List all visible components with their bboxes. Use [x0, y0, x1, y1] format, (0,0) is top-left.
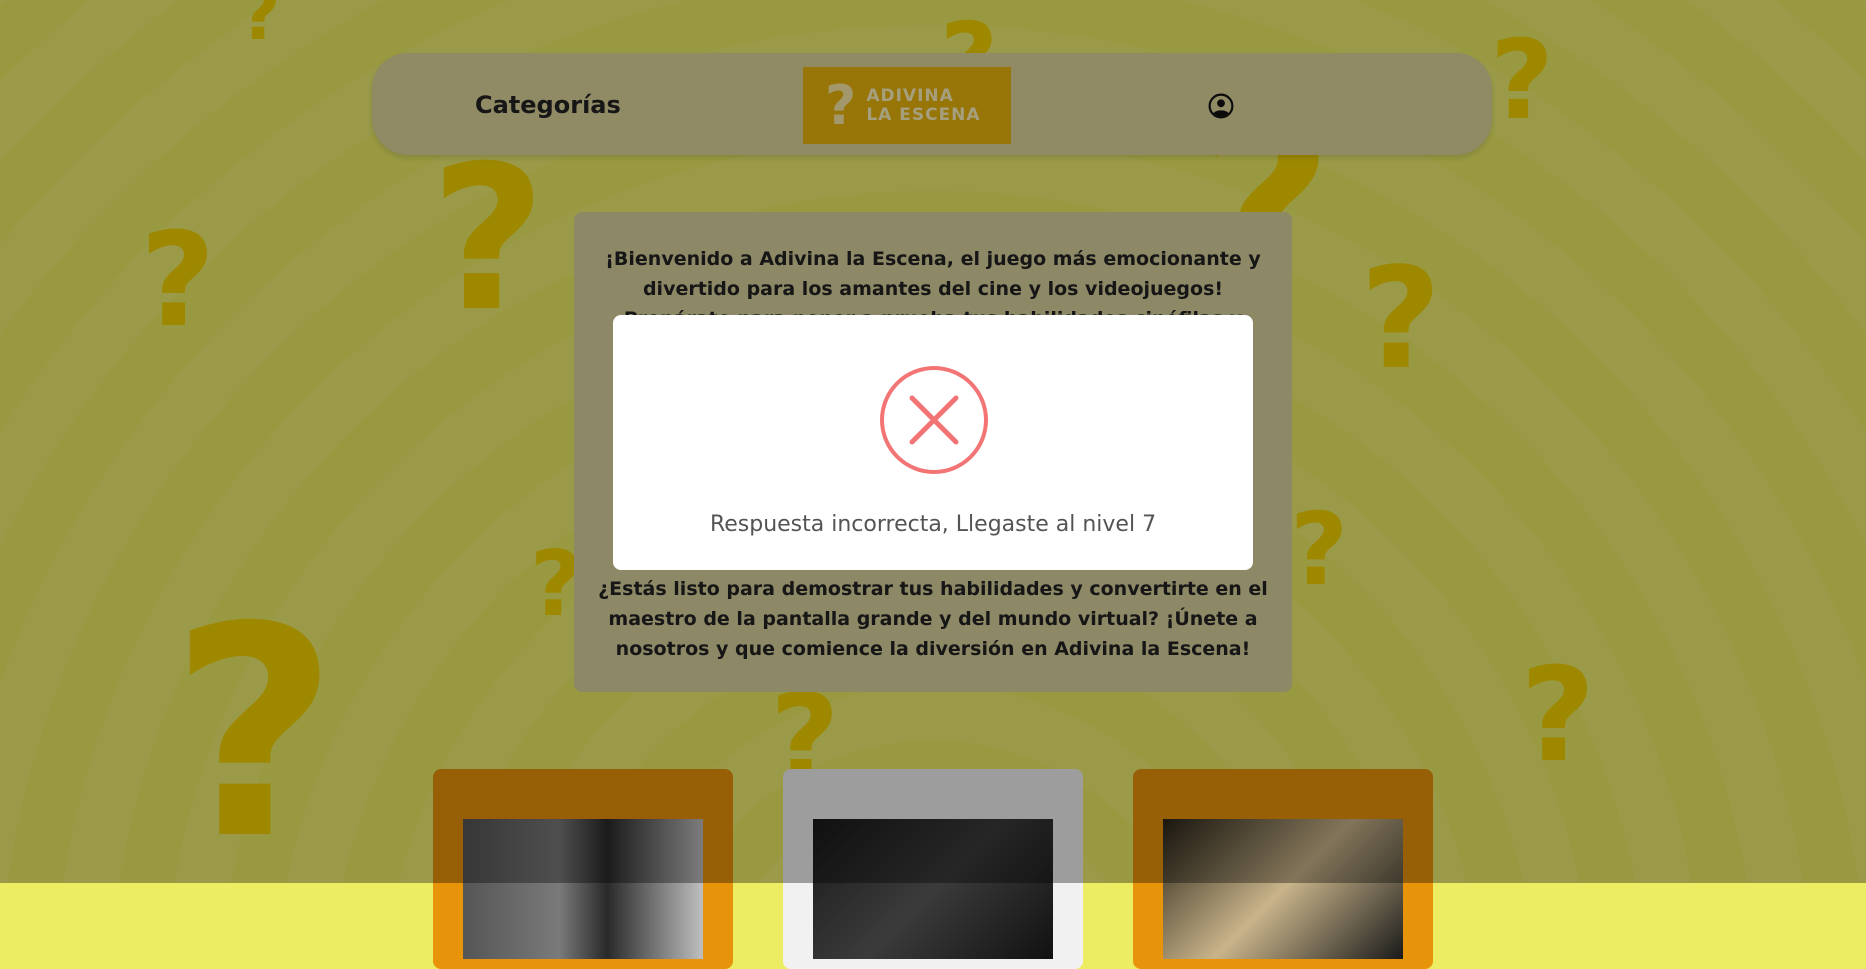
error-x-icon: [880, 366, 988, 474]
result-modal: Respuesta incorrecta, Llegaste al nivel …: [613, 315, 1253, 570]
modal-message: Respuesta incorrecta, Llegaste al nivel …: [709, 512, 1157, 537]
